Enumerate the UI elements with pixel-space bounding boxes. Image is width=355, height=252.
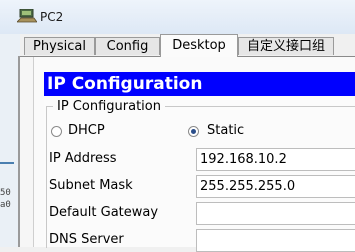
dhcp-label[interactable]: DHCP — [68, 123, 105, 138]
tab-bar: Physical Config Desktop 自定义接口组 — [20, 34, 355, 57]
subnet-mask-field[interactable]: 255.255.255.0 — [196, 175, 355, 198]
static-label[interactable]: Static — [207, 123, 244, 138]
tab-custom-interface-group[interactable]: 自定义接口组 — [238, 37, 334, 55]
dns-server-field[interactable] — [196, 229, 355, 252]
ip-config-header: IP Configuration — [44, 72, 355, 96]
ip-address-field[interactable]: 192.168.10.2 — [196, 148, 355, 171]
background-link-line — [0, 162, 14, 164]
tab-config[interactable]: Config — [95, 37, 160, 55]
dhcp-radio[interactable] — [51, 126, 62, 137]
tab-physical[interactable]: Physical — [24, 37, 95, 55]
default-gateway-field[interactable] — [196, 202, 355, 225]
background-workspace — [0, 34, 20, 247]
ip-address-label: IP Address — [49, 151, 117, 166]
ip-config-group-label: IP Configuration — [53, 99, 165, 114]
window-title: PC2 — [40, 10, 64, 24]
default-gateway-label: Default Gateway — [49, 205, 159, 220]
background-label-fragment: 50 — [0, 188, 11, 198]
radio-selected-dot — [191, 129, 196, 134]
dns-server-label: DNS Server — [49, 232, 124, 247]
static-radio[interactable] — [188, 126, 199, 137]
computer-icon — [17, 9, 37, 23]
window-titlebar: PC2 — [0, 0, 355, 34]
background-label-fragment: a0 — [0, 200, 11, 210]
subnet-mask-label: Subnet Mask — [49, 178, 133, 193]
tab-desktop[interactable]: Desktop — [160, 34, 238, 57]
